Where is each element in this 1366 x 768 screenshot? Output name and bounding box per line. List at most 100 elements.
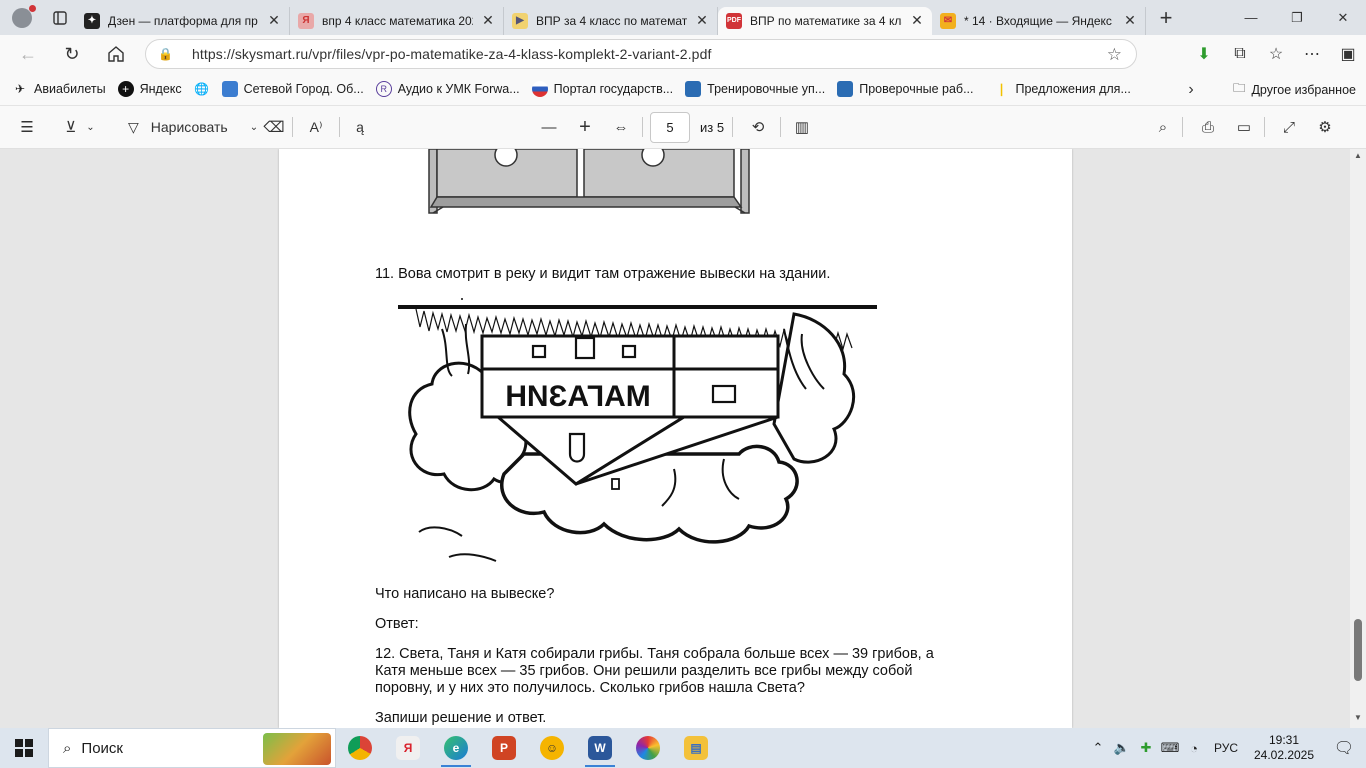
taskbar-yandex-browser[interactable]: Я (384, 728, 432, 768)
close-icon[interactable]: ✕ (910, 12, 924, 29)
taskbar-game[interactable]: ☺ (528, 728, 576, 768)
restore-button[interactable]: ❐ (1274, 0, 1320, 35)
pdf-viewer[interactable]: 11. Вова смотрит в реку и видит там отра… (0, 149, 1366, 728)
language-keyboard-icon[interactable]: ⌨ (1158, 728, 1182, 768)
print-button[interactable]: ⎙ (1194, 106, 1222, 149)
favorite-audio-umk[interactable]: R Аудио к УМК Forwa... (370, 76, 526, 102)
favorite-star-icon[interactable]: ☆ (1107, 45, 1122, 65)
input-language[interactable]: РУС (1206, 741, 1246, 755)
page-view-icon: ▥ (794, 119, 810, 136)
scroll-up-icon[interactable]: ▲ (1354, 151, 1362, 160)
scroll-thumb[interactable] (1354, 619, 1362, 681)
taskbar-word[interactable]: W (576, 728, 624, 768)
pdf-icon: PDF (726, 12, 742, 29)
fit-width-icon: ⇔ (613, 118, 629, 136)
yandex-icon: Я (298, 12, 314, 29)
zoom-out-button[interactable]: — (535, 106, 563, 149)
fullscreen-button[interactable]: ⤢ (1275, 106, 1303, 149)
translate-icon: ą (356, 119, 364, 135)
eraser-icon: ⌫ (263, 119, 285, 136)
clock[interactable]: 19:31 24.02.2025 (1246, 733, 1322, 763)
read-aloud-button[interactable]: A⁾ (293, 106, 339, 149)
tab-yandex-search[interactable]: Я впр 4 класс математика 202 ✕ (290, 6, 504, 35)
favorite-proverochnye[interactable]: Проверочные раб... (831, 76, 979, 102)
home-button[interactable] (94, 35, 138, 73)
draw-button[interactable]: ▽ Нарисовать ⌄ (106, 106, 258, 149)
gear-icon: ⚙ (1318, 119, 1332, 136)
profile-button[interactable] (0, 0, 44, 35)
scroll-down-icon[interactable]: ▼ (1354, 713, 1362, 722)
favorite-predlozheniya[interactable]: ❘ Предложения для... (988, 76, 1137, 102)
tab-mail[interactable]: ✉ * 14 · Входящие — Яндекс П ✕ (932, 6, 1146, 35)
gov-icon (531, 81, 548, 97)
download-extension-icon[interactable]: ⬇ (1186, 35, 1222, 73)
lock-icon[interactable]: 🔒 (158, 47, 178, 61)
other-favorites-folder[interactable]: 🗀 Другое избранное (1233, 73, 1356, 106)
mirrored-sign-text: МАГАЗИН (505, 380, 650, 413)
close-window-button[interactable]: ✕ (1320, 0, 1366, 35)
favorite-globe[interactable]: 🌐 (188, 76, 216, 102)
chevron-up-icon[interactable]: ⌃ (1086, 728, 1110, 768)
network-icon[interactable]: ◔ (1182, 728, 1206, 768)
erase-button[interactable]: ⌫ (256, 106, 292, 149)
tab-actions-icon (53, 10, 67, 25)
refresh-button[interactable]: ↻ (50, 35, 94, 73)
save-button[interactable]: ▭ (1230, 106, 1258, 149)
taskbar-search[interactable]: ⌕ Поиск (48, 728, 336, 768)
rotate-button[interactable]: ⟲ (744, 106, 772, 149)
page-number-input[interactable]: 5 (650, 112, 690, 143)
browser-actions: ⬇ ⧉ ☆ ⋯ ▣ (1186, 35, 1366, 73)
tab-video[interactable]: ▶ ВПР за 4 класс по математи ✕ (504, 6, 718, 35)
notification-icon[interactable]: 🗨 (1322, 728, 1366, 768)
url-text[interactable]: https://skysmart.ru/vpr/files/vpr-po-mat… (192, 46, 711, 62)
favorite-trenirovochnye[interactable]: Тренировочные уп... (679, 76, 831, 102)
taskbar-media[interactable] (624, 728, 672, 768)
reflection-illustration: МАГАЗИН (398, 298, 877, 562)
save-icon: ▭ (1236, 119, 1252, 136)
close-icon[interactable]: ✕ (695, 12, 709, 29)
address-row: ← ↻ 🔒 https://skysmart.ru/vpr/files/vpr-… (0, 35, 1366, 73)
favorite-gosuslugi[interactable]: Портал государств... (526, 76, 679, 102)
vertical-scrollbar[interactable]: ▲ ▼ (1350, 149, 1366, 728)
favorites-icon[interactable]: ☆ (1258, 35, 1294, 73)
game-icon: ☺ (540, 736, 564, 760)
new-tab-button[interactable]: + (1146, 0, 1186, 35)
favorite-setevoy-gorod[interactable]: Сетевой Город. Об... (216, 76, 370, 102)
tab-dzen[interactable]: ✦ Дзен — платформа для пр ✕ (76, 6, 290, 35)
taskbar-chrome[interactable] (336, 728, 384, 768)
close-icon[interactable]: ✕ (1123, 12, 1137, 29)
highlight-button[interactable]: ⊻ ⌄ (54, 106, 106, 149)
close-icon[interactable]: ✕ (267, 12, 281, 29)
tab-actions-button[interactable] (44, 0, 76, 35)
tab-pdf-active[interactable]: PDF ВПР по математике за 4 кла ✕ (718, 6, 932, 35)
favorite-aviabilety[interactable]: ✈ Авиабилеты (6, 76, 112, 102)
extensions-icon[interactable]: ⧉ (1222, 35, 1258, 73)
translate-button[interactable]: ą (340, 106, 380, 149)
zoom-in-button[interactable]: + (571, 106, 599, 149)
toolbar-divider (642, 117, 643, 137)
update-icon[interactable]: ✚ (1134, 728, 1158, 768)
address-bar[interactable]: 🔒 https://skysmart.ru/vpr/files/vpr-po-m… (145, 39, 1137, 69)
taskbar-explorer[interactable]: ▤ (672, 728, 720, 768)
more-menu-icon[interactable]: ⋯ (1294, 35, 1330, 73)
volume-icon[interactable]: 🔈 (1110, 728, 1134, 768)
favorite-label: Авиабилеты (34, 82, 106, 96)
taskbar-edge[interactable]: e (432, 728, 480, 768)
window-controls: — ❐ ✕ (1228, 0, 1366, 35)
start-button[interactable] (0, 728, 48, 768)
sidebar-icon[interactable]: ▣ (1330, 35, 1366, 73)
favorite-yandex[interactable]: + Яндекс (112, 76, 188, 102)
tab-title: ВПР за 4 класс по математи (536, 13, 687, 28)
find-button[interactable]: ⌕ (1150, 106, 1176, 149)
pdf-settings-button[interactable]: ⚙ (1311, 106, 1339, 149)
fit-page-button[interactable]: ⇔ (607, 106, 635, 149)
clock-date: 24.02.2025 (1253, 748, 1315, 762)
minimize-button[interactable]: — (1228, 0, 1274, 35)
favorites-overflow-button[interactable]: › (1178, 73, 1204, 106)
draw-pen-icon: ▽ (128, 118, 139, 135)
back-button[interactable]: ← (6, 35, 50, 73)
contents-button[interactable]: ☰ (0, 106, 54, 149)
taskbar-powerpoint[interactable]: P (480, 728, 528, 768)
close-icon[interactable]: ✕ (481, 12, 495, 29)
page-view-button[interactable]: ▥ (788, 106, 816, 149)
